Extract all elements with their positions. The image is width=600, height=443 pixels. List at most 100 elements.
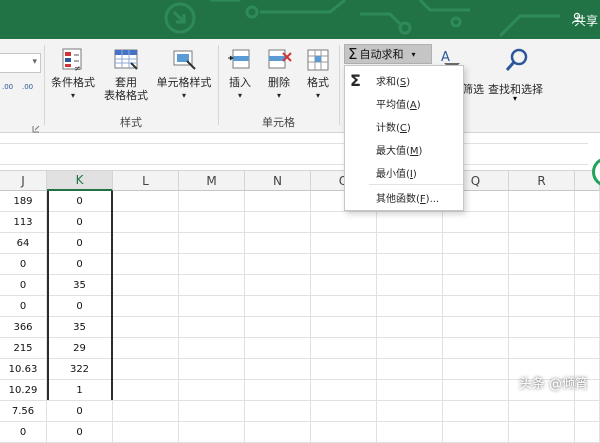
empty-cell[interactable] bbox=[113, 380, 179, 401]
empty-cell[interactable] bbox=[509, 338, 575, 359]
empty-cell[interactable] bbox=[311, 212, 377, 233]
cell-k[interactable]: 0 bbox=[47, 191, 113, 212]
share-button[interactable]: 共享 bbox=[571, 12, 598, 29]
empty-cell[interactable] bbox=[179, 254, 245, 275]
autosum-button[interactable]: Σ 自动求和 ▾ bbox=[344, 44, 432, 64]
empty-cell[interactable] bbox=[179, 191, 245, 212]
empty-cell[interactable] bbox=[311, 338, 377, 359]
empty-cell[interactable] bbox=[179, 233, 245, 254]
conditional-format-button[interactable]: ≠ 条件格式 ▾ bbox=[48, 47, 98, 102]
column-header-r[interactable]: R bbox=[509, 171, 575, 191]
empty-cell[interactable] bbox=[179, 275, 245, 296]
empty-cell[interactable] bbox=[245, 338, 311, 359]
empty-cell[interactable] bbox=[377, 296, 443, 317]
cell-j[interactable]: 189 bbox=[0, 191, 47, 212]
delete-button[interactable]: 删除 ▾ bbox=[261, 47, 297, 102]
empty-cell[interactable] bbox=[575, 422, 600, 443]
empty-cell[interactable] bbox=[245, 422, 311, 443]
empty-cell[interactable] bbox=[113, 359, 179, 380]
menu-item-more-functions[interactable]: 其他函数(F)... bbox=[345, 186, 463, 208]
empty-cell[interactable] bbox=[509, 317, 575, 338]
empty-cell[interactable] bbox=[575, 212, 600, 233]
empty-cell[interactable] bbox=[113, 296, 179, 317]
empty-cell[interactable] bbox=[443, 401, 509, 422]
cell-j[interactable]: 0 bbox=[0, 422, 47, 443]
empty-cell[interactable] bbox=[443, 275, 509, 296]
empty-cell[interactable] bbox=[575, 296, 600, 317]
empty-cell[interactable] bbox=[311, 275, 377, 296]
column-header-n[interactable]: N bbox=[245, 171, 311, 191]
empty-cell[interactable] bbox=[377, 338, 443, 359]
empty-cell[interactable] bbox=[311, 233, 377, 254]
cell-j[interactable]: 215 bbox=[0, 338, 47, 359]
number-format-dropdown[interactable]: ▾ bbox=[0, 53, 41, 73]
column-header-m[interactable]: M bbox=[179, 171, 245, 191]
empty-cell[interactable] bbox=[509, 296, 575, 317]
empty-cell[interactable] bbox=[377, 233, 443, 254]
cell-j[interactable]: 0 bbox=[0, 275, 47, 296]
menu-item-min[interactable]: 最小值(I) bbox=[345, 161, 463, 183]
empty-cell[interactable] bbox=[443, 422, 509, 443]
empty-cell[interactable] bbox=[509, 422, 575, 443]
empty-cell[interactable] bbox=[245, 317, 311, 338]
empty-cell[interactable] bbox=[443, 233, 509, 254]
cell-j[interactable]: 10.29 bbox=[0, 380, 47, 401]
menu-item-average[interactable]: 平均值(A) bbox=[345, 92, 463, 114]
empty-cell[interactable] bbox=[113, 191, 179, 212]
cell-k[interactable]: 0 bbox=[47, 422, 113, 443]
format-as-table-button[interactable]: 套用 表格格式 bbox=[98, 47, 154, 102]
empty-cell[interactable] bbox=[443, 317, 509, 338]
empty-cell[interactable] bbox=[377, 275, 443, 296]
empty-cell[interactable] bbox=[311, 380, 377, 401]
empty-cell[interactable] bbox=[509, 191, 575, 212]
cell-j[interactable]: 0 bbox=[0, 296, 47, 317]
formula-input[interactable] bbox=[0, 143, 588, 165]
empty-cell[interactable] bbox=[377, 422, 443, 443]
empty-cell[interactable] bbox=[575, 233, 600, 254]
cell-j[interactable]: 113 bbox=[0, 212, 47, 233]
empty-cell[interactable] bbox=[443, 296, 509, 317]
empty-cell[interactable] bbox=[245, 233, 311, 254]
empty-cell[interactable] bbox=[113, 233, 179, 254]
cell-k[interactable]: 29 bbox=[47, 338, 113, 359]
empty-cell[interactable] bbox=[575, 338, 600, 359]
empty-cell[interactable] bbox=[443, 338, 509, 359]
empty-cell[interactable] bbox=[179, 296, 245, 317]
empty-cell[interactable] bbox=[179, 212, 245, 233]
empty-cell[interactable] bbox=[113, 254, 179, 275]
empty-cell[interactable] bbox=[179, 422, 245, 443]
empty-cell[interactable] bbox=[311, 254, 377, 275]
empty-cell[interactable] bbox=[377, 254, 443, 275]
empty-cell[interactable] bbox=[377, 317, 443, 338]
column-header-l[interactable]: L bbox=[113, 171, 179, 191]
empty-cell[interactable] bbox=[179, 338, 245, 359]
empty-cell[interactable] bbox=[443, 359, 509, 380]
empty-cell[interactable] bbox=[311, 359, 377, 380]
empty-cell[interactable] bbox=[245, 296, 311, 317]
cell-j[interactable]: 7.56 bbox=[0, 401, 47, 422]
empty-cell[interactable] bbox=[443, 212, 509, 233]
cell-k[interactable]: 322 bbox=[47, 359, 113, 380]
cell-k[interactable]: 0 bbox=[47, 296, 113, 317]
empty-cell[interactable] bbox=[509, 275, 575, 296]
cell-k[interactable]: 35 bbox=[47, 275, 113, 296]
search-icon[interactable] bbox=[504, 47, 530, 73]
cell-k[interactable]: 0 bbox=[47, 212, 113, 233]
empty-cell[interactable] bbox=[179, 401, 245, 422]
empty-cell[interactable] bbox=[377, 359, 443, 380]
empty-cell[interactable] bbox=[113, 338, 179, 359]
empty-cell[interactable] bbox=[179, 359, 245, 380]
empty-cell[interactable] bbox=[245, 275, 311, 296]
empty-cell[interactable] bbox=[113, 401, 179, 422]
empty-cell[interactable] bbox=[179, 380, 245, 401]
cell-k[interactable]: 1 bbox=[47, 380, 113, 401]
menu-item-max[interactable]: 最大值(M) bbox=[345, 138, 463, 160]
dialog-launcher-icon[interactable] bbox=[32, 118, 40, 133]
insert-button[interactable]: 插入 ▾ bbox=[222, 47, 258, 102]
sort-filter-button[interactable]: 筛选 bbox=[462, 81, 484, 97]
empty-cell[interactable] bbox=[575, 275, 600, 296]
empty-cell[interactable] bbox=[311, 296, 377, 317]
empty-cell[interactable] bbox=[575, 191, 600, 212]
empty-cell[interactable] bbox=[311, 401, 377, 422]
empty-cell[interactable] bbox=[443, 254, 509, 275]
